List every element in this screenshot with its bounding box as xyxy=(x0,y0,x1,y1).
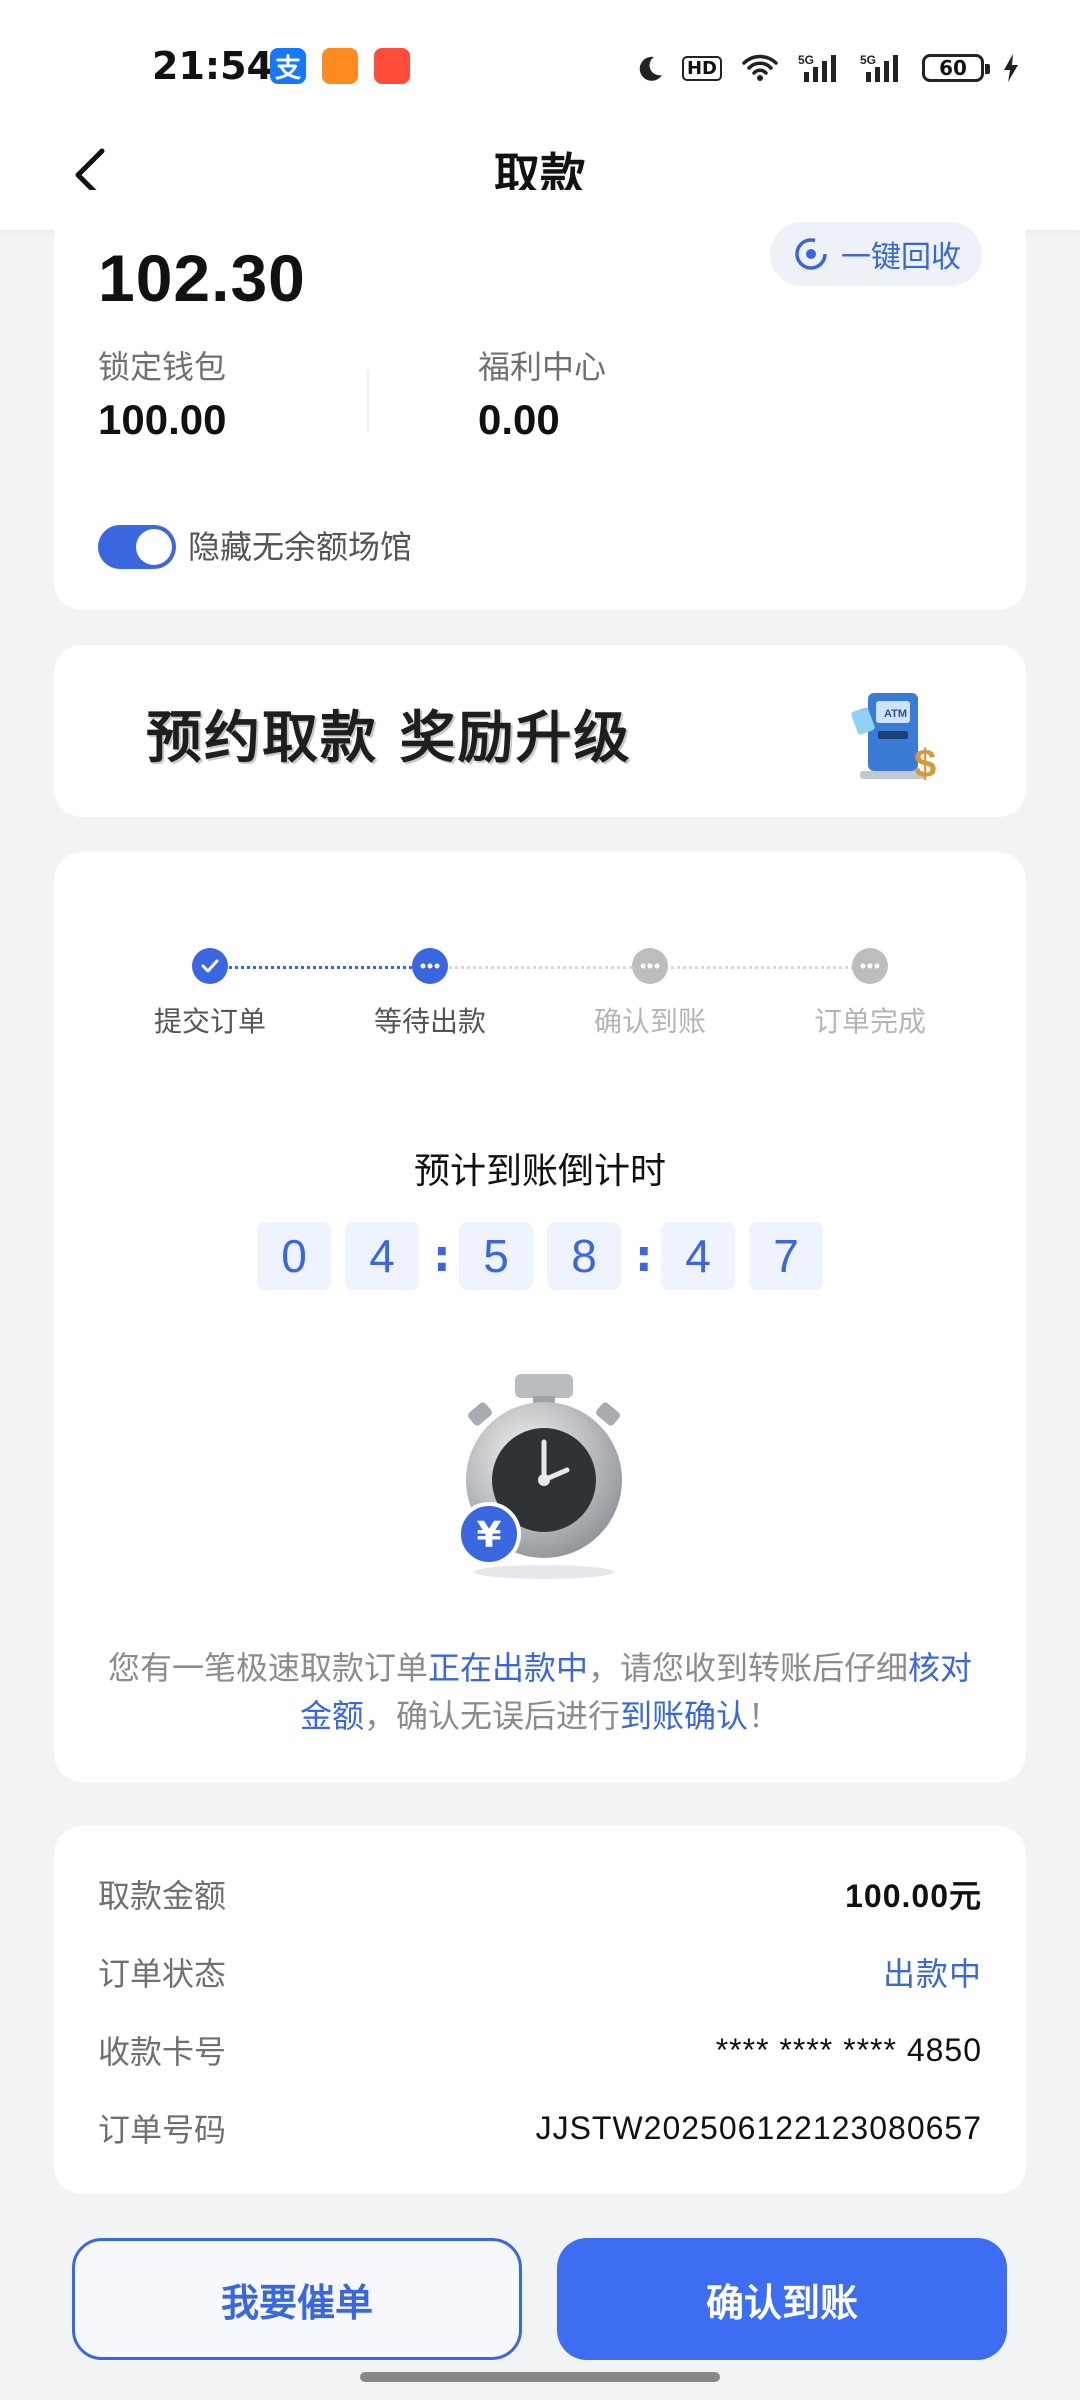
card-number-label: 收款卡号 xyxy=(98,2033,227,2071)
progress-line-done xyxy=(210,966,430,969)
svg-text:¥: ¥ xyxy=(476,1515,501,1556)
countdown-separator: : xyxy=(433,1230,451,1282)
locked-wallet-label: 锁定钱包 xyxy=(98,348,227,386)
welfare-center-label: 福利中心 xyxy=(478,348,607,386)
status-icons: HD 5G 5G 60 xyxy=(634,48,1020,88)
detail-row-card: 收款卡号 **** **** **** 4850 xyxy=(98,2020,982,2080)
hide-empty-label: 隐藏无余额场馆 xyxy=(188,528,413,566)
moon-icon xyxy=(639,56,662,81)
amount-label: 取款金额 xyxy=(98,1877,227,1915)
step-label-waiting: 等待出款 xyxy=(373,1005,486,1038)
reserve-withdraw-banner[interactable]: 预约取款 奖励升级 ATM $ xyxy=(54,645,1026,817)
svg-text:ATM: ATM xyxy=(884,708,907,720)
svg-text:$: $ xyxy=(914,742,936,785)
battery-icon: 60 xyxy=(922,54,990,82)
urge-order-button[interactable]: 我要催单 xyxy=(72,2238,522,2360)
countdown-digit: 5 xyxy=(459,1222,533,1290)
wallet-card: 102.30 一键回收 锁定钱包 100.00 福利中心 0.00 隐藏无余额场… xyxy=(54,190,1026,610)
recycle-icon xyxy=(795,238,827,270)
countdown-digit: 4 xyxy=(345,1222,419,1290)
step-current-icon xyxy=(412,948,448,984)
home-indicator[interactable] xyxy=(360,2372,720,2382)
alipay-icon: 支 xyxy=(270,48,306,84)
countdown-timer: 0 4 : 5 8 : 4 7 xyxy=(54,1222,1026,1290)
withdraw-progress-card: 提交订单 等待出款 确认到账 订单完成 预计到账倒计时 0 4 : 5 8 : … xyxy=(54,852,1026,1782)
wallet-balance: 102.30 xyxy=(98,241,306,315)
card-number-value: **** **** **** 4850 xyxy=(715,2031,982,2068)
step-label-complete: 订单完成 xyxy=(813,1005,926,1038)
ellipsis-icon xyxy=(860,963,880,969)
message-text: ！ xyxy=(748,1697,781,1735)
message-text: 您有一笔极速取款订单 xyxy=(107,1649,428,1687)
recycle-label: 一键回收 xyxy=(841,240,961,275)
message-highlight: 到账确认 xyxy=(620,1697,749,1735)
stopwatch-icon: ¥ xyxy=(457,1374,622,1579)
check-icon xyxy=(201,959,219,973)
app-icon-orange xyxy=(322,48,358,84)
step-label-confirm: 确认到账 xyxy=(593,1005,706,1038)
divider xyxy=(367,370,369,432)
countdown-title: 预计到账倒计时 xyxy=(413,1151,666,1192)
app-icon-red xyxy=(374,48,410,84)
status-value: 出款中 xyxy=(882,1956,982,1992)
atm-icon: ATM $ xyxy=(851,693,936,785)
withdraw-status-message: 您有一笔极速取款订单正在出款中，请您收到转账后仔细核对金额，确认无误后进行到账确… xyxy=(104,1644,976,1740)
signal-5g-icon-2: 5G xyxy=(860,53,898,82)
countdown-digit: 0 xyxy=(257,1222,331,1290)
message-text: ，确认无误后进行 xyxy=(363,1697,620,1735)
status-time: 21:54 xyxy=(152,44,273,88)
step-pending-icon xyxy=(852,948,888,984)
detail-row-status: 订单状态 出款中 xyxy=(98,1942,982,2002)
countdown-separator: : xyxy=(635,1230,653,1282)
wifi-icon xyxy=(742,54,778,81)
order-number-value: JJSTW20250612212308065​7 xyxy=(535,2109,982,2146)
step-done-icon xyxy=(192,948,228,984)
one-click-recycle-button[interactable]: 一键回收 xyxy=(770,222,982,286)
locked-wallet-value: 100.00 xyxy=(98,396,227,443)
hd-icon: HD xyxy=(681,55,722,81)
hide-empty-toggle[interactable] xyxy=(98,525,176,569)
detail-row-amount: 取款金额 100.00元 xyxy=(98,1864,982,1924)
banner-text: 预约取款 奖励升级 xyxy=(146,706,632,771)
countdown-digit: 4 xyxy=(661,1222,735,1290)
countdown-digit: 7 xyxy=(749,1222,823,1290)
charging-icon xyxy=(1004,54,1018,82)
svg-text:5G: 5G xyxy=(860,53,876,67)
step-pending-icon xyxy=(632,948,668,984)
order-details-card: 取款金额 100.00元 订单状态 出款中 收款卡号 **** **** ***… xyxy=(54,1826,1026,2194)
svg-text:5G: 5G xyxy=(798,53,814,67)
order-number-label: 订单号码 xyxy=(98,2111,227,2149)
welfare-center-value: 0.00 xyxy=(478,396,560,443)
signal-5g-icon: 5G xyxy=(798,53,836,82)
ellipsis-icon xyxy=(640,963,660,969)
status-label: 订单状态 xyxy=(98,1955,227,1993)
confirm-receipt-button[interactable]: 确认到账 xyxy=(557,2238,1007,2360)
step-label-submit: 提交订单 xyxy=(153,1005,266,1038)
detail-row-order: 订单号码 JJSTW20250612212308065​7 xyxy=(98,2098,982,2158)
toggle-knob xyxy=(136,529,172,565)
status-bar: 21:54 支 HD 5G 5G 60 xyxy=(0,0,1080,120)
amount-value: 100.00元 xyxy=(845,1878,982,1914)
countdown-digit: 8 xyxy=(547,1222,621,1290)
ellipsis-icon xyxy=(420,963,440,969)
message-highlight: 正在出款中 xyxy=(427,1649,588,1687)
message-text: ，请您收到转账后仔细 xyxy=(588,1649,909,1687)
